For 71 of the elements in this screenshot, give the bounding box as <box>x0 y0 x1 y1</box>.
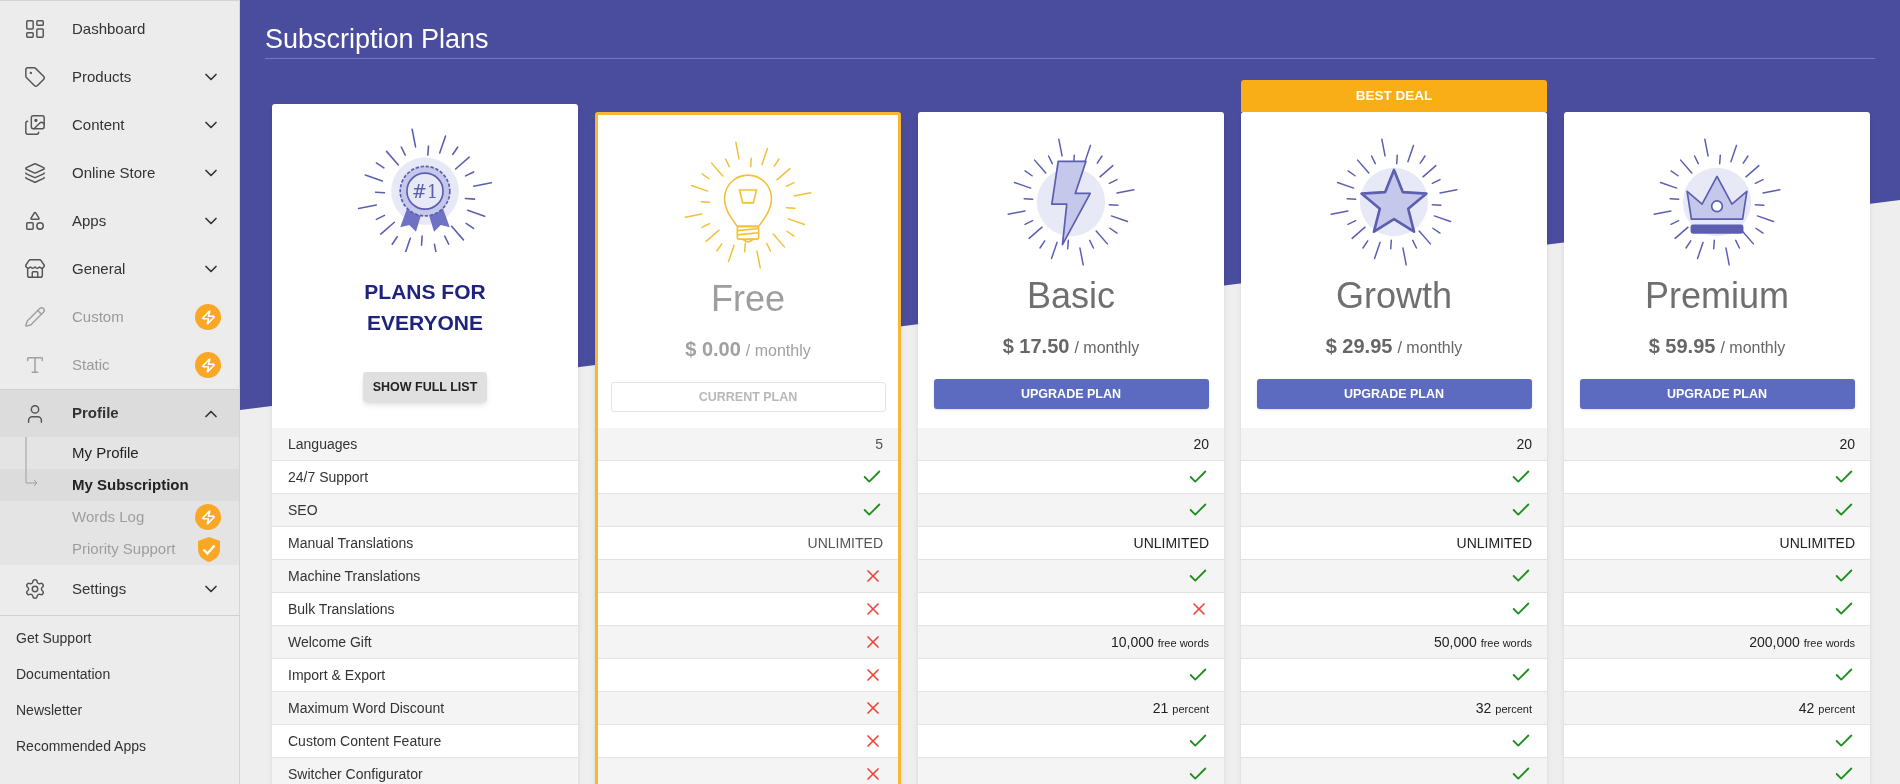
footer-link[interactable]: Newsletter <box>0 692 239 728</box>
plan-price: $ 59.95 <box>1648 334 1716 359</box>
upgrade-plan-button[interactable]: UPGRADE PLAN <box>1256 379 1532 409</box>
feature-value: UNLIMITED <box>1779 533 1855 553</box>
nav-item[interactable]: Online Store <box>0 149 239 197</box>
nav-item[interactable]: Settings <box>0 565 239 613</box>
feature-label: Bulk Translations <box>272 593 578 626</box>
feature-label: Switcher Configurator <box>272 758 578 784</box>
feature-label: Manual Translations <box>272 527 578 560</box>
settings-icon <box>24 578 46 600</box>
plan-name: Basic <box>1027 274 1115 318</box>
feature-label: Custom Content Feature <box>272 725 578 758</box>
feature-value: 10,000 free words <box>1110 632 1209 652</box>
nav-item[interactable]: Products <box>0 53 239 101</box>
plan-price: $ 0.00 <box>685 337 741 362</box>
billing-period: / monthly <box>1074 338 1140 358</box>
feature-value: UNLIMITED <box>1133 533 1209 553</box>
star-icon <box>1330 138 1458 266</box>
feature-value: 200,000 free words <box>1749 632 1855 652</box>
feature-label: Machine Translations <box>272 560 578 593</box>
page-title: Subscription Plans <box>265 22 1875 59</box>
billing-period: / monthly <box>745 341 811 361</box>
upgrade-plan-button[interactable]: UPGRADE PLAN <box>1579 379 1855 409</box>
show-full-list-button[interactable]: SHOW FULL LIST <box>362 372 488 402</box>
feature-value: 5 <box>875 434 883 454</box>
pictures-icon <box>24 114 46 136</box>
feature-label: Maximum Word Discount <box>272 692 578 725</box>
plan-price: $ 29.95 <box>1325 334 1393 359</box>
feature-value: 42 percent <box>1798 698 1855 718</box>
nav-item[interactable]: Profile <box>0 389 239 437</box>
feature-label: Welcome Gift <box>272 626 578 659</box>
feature-label: Import & Export <box>272 659 578 692</box>
feature-label: Languages <box>272 428 578 461</box>
nav-item[interactable]: Dashboard <box>0 5 239 53</box>
feature-value: 32 percent <box>1475 698 1532 718</box>
feature-value: 20 <box>1839 434 1855 454</box>
best-deal-banner: BEST DEAL <box>1241 80 1547 112</box>
feature-label: SEO <box>272 494 578 527</box>
text-size-icon <box>24 354 46 376</box>
pencil-icon <box>24 306 46 328</box>
feature-value: 50,000 free words <box>1433 632 1532 652</box>
footer-link[interactable]: Get Support <box>0 620 239 656</box>
billing-period: / monthly <box>1720 338 1786 358</box>
upgrade-plan-button[interactable]: UPGRADE PLAN <box>933 379 1209 409</box>
feature-label: 24/7 Support <box>272 461 578 494</box>
dashboard-icon <box>24 18 46 40</box>
lightning-bolt-icon <box>1007 138 1135 266</box>
footer-link[interactable]: Recommended Apps <box>0 728 239 764</box>
feature-value: 20 <box>1516 434 1532 454</box>
feature-value: UNLIMITED <box>1456 533 1532 553</box>
crown-icon <box>1653 138 1781 266</box>
nav-subitem[interactable]: My Profile <box>0 437 239 469</box>
footer-link[interactable]: Documentation <box>0 656 239 692</box>
nav-item[interactable]: Apps <box>0 197 239 245</box>
feature-value: 21 percent <box>1152 698 1209 718</box>
billing-period: / monthly <box>1397 338 1463 358</box>
nav-item[interactable]: Content <box>0 101 239 149</box>
light-bulb-icon <box>684 141 812 269</box>
store-icon <box>24 258 46 280</box>
plan-name: Growth <box>1335 274 1452 318</box>
nav-item[interactable]: General <box>0 245 239 293</box>
card-heading: PLANS FOR EVERYONE <box>363 279 487 336</box>
nav-subitem[interactable]: My Subscription <box>0 469 239 501</box>
layers-icon <box>24 162 46 184</box>
shapes-icon <box>24 210 46 232</box>
plan-price: $ 17.50 <box>1002 334 1070 359</box>
plan-name: Premium <box>1645 274 1789 318</box>
plan-name: Free <box>711 277 785 321</box>
feature-value: 20 <box>1193 434 1209 454</box>
tag-icon <box>24 66 46 88</box>
feature-value: UNLIMITED <box>807 533 883 553</box>
